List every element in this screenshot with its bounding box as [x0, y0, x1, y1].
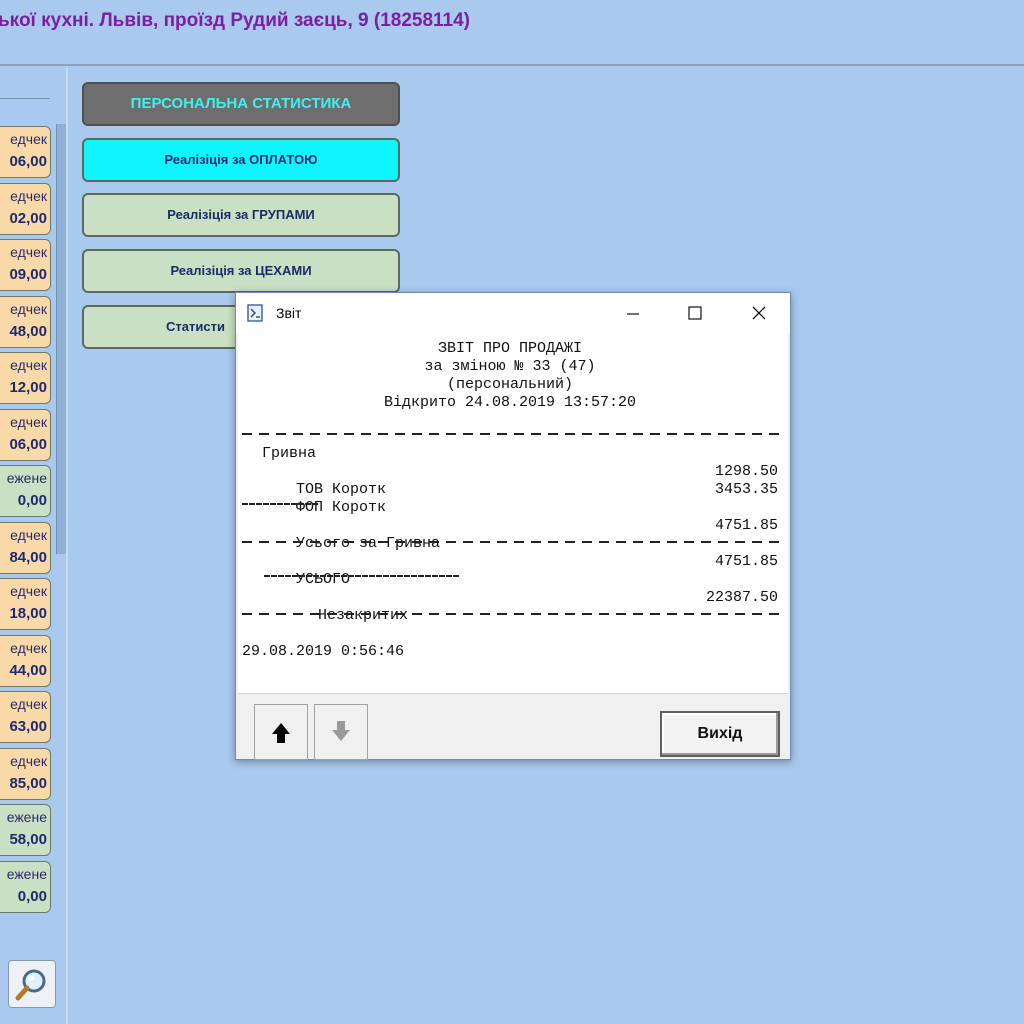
tile-label: едчек [10, 244, 47, 260]
minimize-button[interactable] [616, 299, 650, 327]
page-title: ької кухні. Львів, проїзд Рудий заєць, 9… [0, 10, 471, 31]
order-tile[interactable]: едчек 02,00 [0, 183, 51, 235]
total-label: УСЬОГО [296, 571, 351, 588]
dialog-title: Звіт [276, 305, 302, 321]
tile-amount: 63,00 [9, 718, 47, 735]
order-tile[interactable]: едчек 48,00 [0, 296, 51, 348]
tile-amount: 85,00 [9, 775, 47, 792]
order-tile[interactable]: едчек 18,00 [0, 578, 51, 630]
order-tile[interactable]: едчек 84,00 [0, 522, 51, 574]
app-header: ької кухні. Львів, проїзд Рудий заєць, 9… [0, 0, 1024, 66]
tile-label: едчек [10, 131, 47, 147]
tile-label: ежене [6, 866, 47, 882]
total-separator [264, 575, 460, 577]
tile-label: едчек [10, 753, 47, 769]
separator [242, 613, 782, 615]
tile-label: едчек [10, 583, 47, 599]
tile-amount: 09,00 [9, 266, 47, 283]
tile-amount: 0,00 [17, 492, 47, 509]
sales-by-workshops-button[interactable]: Реалізіція за ЦЕХАМИ [82, 249, 400, 293]
order-tile[interactable]: едчек 06,00 [0, 409, 51, 461]
maximize-icon [688, 306, 702, 320]
tile-label: едчек [10, 696, 47, 712]
panel-divider [0, 98, 50, 99]
tile-amount: 84,00 [9, 549, 47, 566]
separator [242, 433, 782, 435]
tile-amount: 06,00 [9, 436, 47, 453]
scroll-down-button[interactable] [314, 704, 368, 760]
tile-amount: 12,00 [9, 379, 47, 396]
separator [242, 541, 782, 543]
tile-amount: 0,00 [17, 888, 47, 905]
tile-amount: 44,00 [9, 662, 47, 679]
tile-label: едчек [10, 301, 47, 317]
tile-label: едчек [10, 188, 47, 204]
order-tile[interactable]: едчек 85,00 [0, 748, 51, 800]
left-panel: едчек 06,00 едчек 02,00 едчек 09,00 едчек 48,00… [0, 68, 68, 1024]
open-orders-value: 22387.50 [705, 589, 778, 606]
row-amount: 3453.35 [714, 481, 778, 498]
dialog-titlebar[interactable]: Звіт [236, 293, 790, 333]
tile-amount: 58,00 [9, 831, 47, 848]
tile-label: ежене [6, 809, 47, 825]
order-tile[interactable]: едчек 44,00 [0, 635, 51, 687]
report-currency: Гривна [262, 445, 317, 462]
panel-scrollbar[interactable] [56, 124, 66, 554]
row-amount: 1298.50 [714, 463, 778, 480]
row-name: ФОП Коротк [296, 499, 387, 516]
open-orders-label: Незакритих [318, 607, 409, 624]
report-printed-time: 29.08.2019 0:56:46 [242, 643, 405, 660]
exit-button[interactable]: Вихід [660, 711, 780, 757]
tile-label: ежене [6, 470, 47, 486]
tile-amount: 02,00 [9, 210, 47, 227]
report-opened: Відкрито 24.08.2019 13:57:20 [383, 394, 637, 411]
personal-statistics-button[interactable]: ПЕРСОНАЛЬНА СТАТИСТИКА [82, 82, 400, 126]
tile-amount: 18,00 [9, 605, 47, 622]
report-mode: (персональний) [446, 376, 574, 393]
tile-amount: 06,00 [9, 153, 47, 170]
order-tile[interactable]: ежене 0,00 [0, 861, 51, 913]
arrow-down-icon [332, 721, 350, 741]
tile-label: едчек [10, 640, 47, 656]
arrow-up-icon [272, 723, 290, 743]
report-dialog: Звіт ЗВІТ ПРО ПРОДАЖІ за зміною № 33 (47… [235, 292, 791, 760]
subtotal-label: Усього за Гривна [296, 535, 441, 552]
tile-label: едчек [10, 414, 47, 430]
scroll-up-button[interactable] [254, 704, 308, 760]
minimize-icon [627, 313, 639, 315]
report-heading: ЗВІТ ПРО ПРОДАЖІ [437, 340, 583, 357]
order-tile[interactable]: едчек 63,00 [0, 691, 51, 743]
search-button[interactable] [8, 960, 56, 1008]
magnifier-icon [15, 969, 46, 1001]
order-tile[interactable]: ежене 0,00 [0, 465, 51, 517]
tile-label: едчек [10, 357, 47, 373]
tile-label: едчек [10, 527, 47, 543]
sales-by-payment-button[interactable]: Реалізіція за ОПЛАТОЮ [82, 138, 400, 182]
close-button[interactable] [742, 299, 776, 327]
report-shift: за зміною № 33 (47) [424, 358, 596, 375]
order-tile[interactable]: едчек 12,00 [0, 352, 51, 404]
order-tile[interactable]: ежене 58,00 [0, 804, 51, 856]
report-app-icon [247, 304, 263, 322]
total-value: 4751.85 [714, 553, 778, 570]
tile-amount: 48,00 [9, 323, 47, 340]
sales-by-groups-button[interactable]: Реалізіція за ГРУПАМИ [82, 193, 400, 237]
subtotal-separator [242, 503, 318, 505]
maximize-button[interactable] [678, 299, 712, 327]
subtotal-value: 4751.85 [714, 517, 778, 534]
report-text-area[interactable]: ЗВІТ ПРО ПРОДАЖІ за зміною № 33 (47) (пе… [238, 333, 788, 694]
order-tile[interactable]: едчек 09,00 [0, 239, 51, 291]
close-icon [752, 306, 766, 320]
order-tile[interactable]: едчек 06,00 [0, 126, 51, 178]
